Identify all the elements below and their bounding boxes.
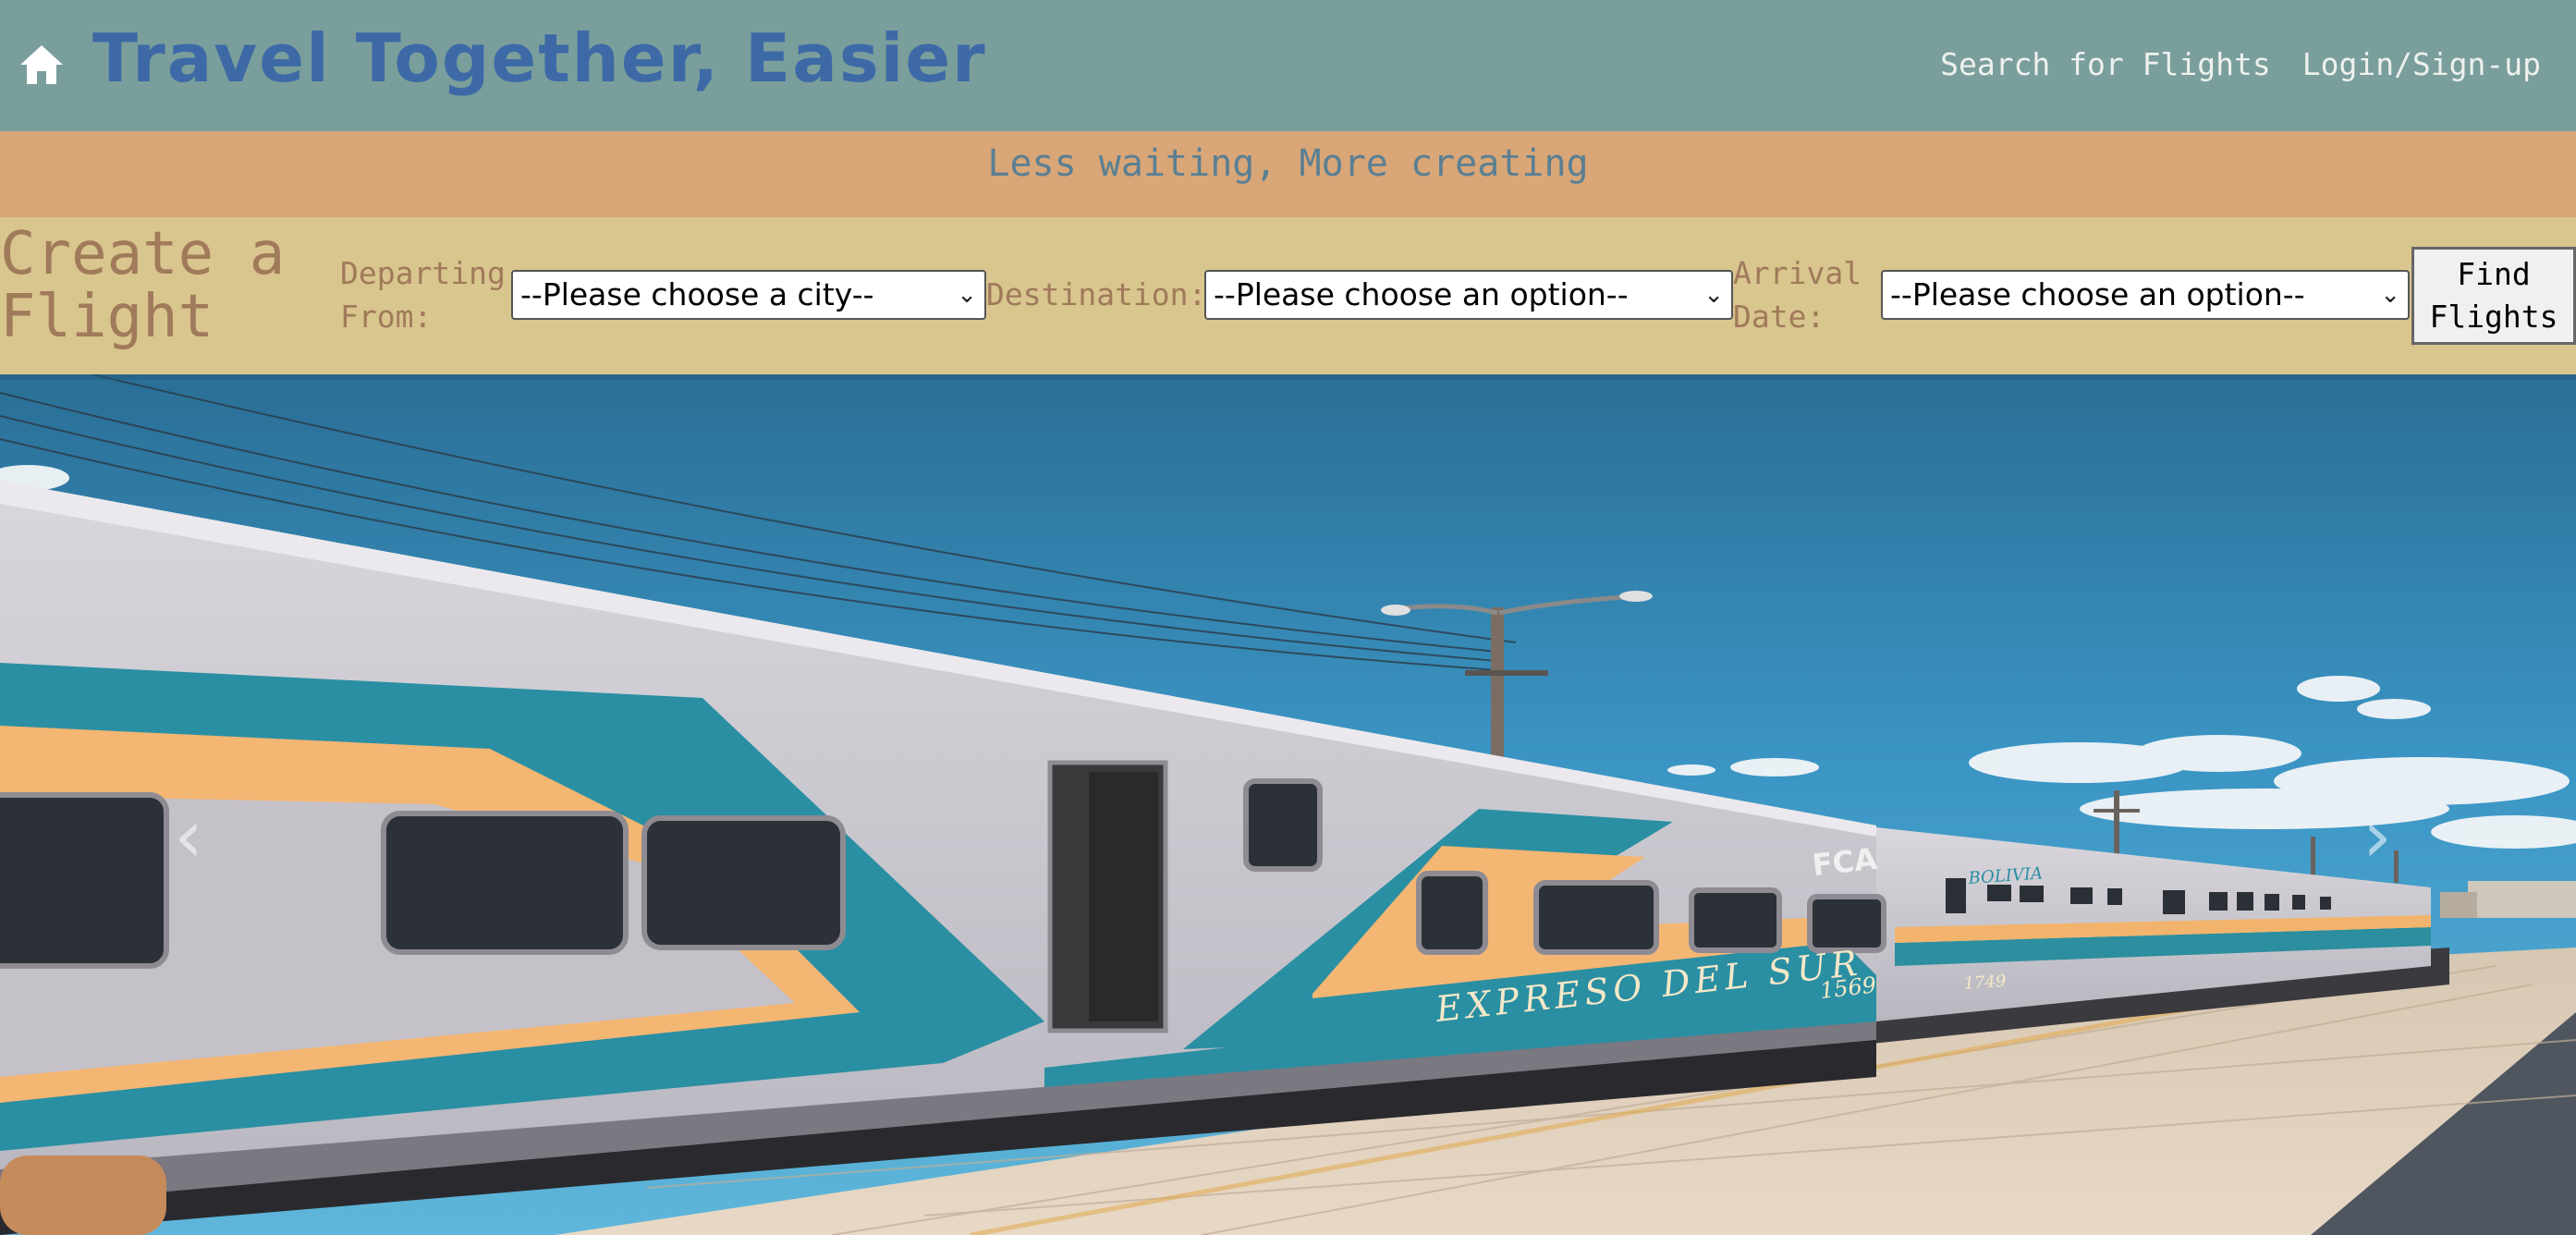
departing-city-value: --Please choose a city-- [520, 276, 874, 312]
arrival-label-line-1: Arrival [1733, 255, 1862, 291]
carousel-next-arrow[interactable]: › [2362, 800, 2392, 874]
nav-links: Search for Flights Login/Sign-up [1940, 46, 2541, 82]
departing-label: Departing From: [340, 251, 506, 338]
tagline-bar: Less waiting, More creating [0, 131, 2576, 217]
hero-train-image: EXPRESO DEL SUR 1569 1749 FCA BOLIVIA [0, 374, 2576, 1235]
departing-city-select[interactable]: --Please choose a city-- ⌄ [511, 270, 986, 320]
find-flights-label-line-1: Find [2457, 256, 2531, 292]
carousel-prev-arrow[interactable]: ‹ [174, 800, 203, 874]
form-title-line-1: Create a [0, 220, 286, 288]
chevron-down-icon: ⌄ [1703, 281, 1724, 309]
car-number-2: 1749 [1963, 972, 2007, 994]
departing-label-line-2: From: [340, 299, 433, 335]
create-flight-form: Create a Flight Departing From: --Please… [0, 217, 2576, 374]
destination-label: Destination: [986, 276, 1207, 312]
chevron-down-icon: ⌄ [957, 281, 977, 309]
destination-select[interactable]: --Please choose an option-- ⌄ [1204, 270, 1733, 320]
arrival-date-value: --Please choose an option-- [1890, 276, 2305, 312]
home-icon[interactable] [18, 43, 65, 87]
tagline: Less waiting, More creating [987, 142, 1589, 185]
arrival-date-select[interactable]: --Please choose an option-- ⌄ [1881, 270, 2410, 320]
arrival-date-label: Arrival Date: [1733, 251, 1862, 338]
form-title: Create a Flight [0, 223, 285, 348]
nav-link-login-signup[interactable]: Login/Sign-up [2302, 46, 2541, 82]
navbar: Travel Together, Easier Search for Fligh… [0, 0, 2576, 131]
hero-carousel: EXPRESO DEL SUR 1569 1749 FCA BOLIVIA ‹ … [0, 374, 2576, 1235]
destination-value: --Please choose an option-- [1214, 276, 1629, 312]
chevron-down-icon: ⌄ [2380, 281, 2400, 309]
form-title-line-2: Flight [0, 283, 214, 351]
find-flights-label-line-2: Flights [2429, 299, 2558, 335]
departing-label-line-1: Departing [340, 255, 506, 291]
arrival-label-line-2: Date: [1733, 299, 1825, 335]
site-title: Travel Together, Easier [92, 19, 987, 97]
find-flights-button[interactable]: Find Flights [2411, 247, 2576, 345]
nav-link-search-flights[interactable]: Search for Flights [1940, 46, 2271, 82]
train-logo: FCA [1811, 841, 1879, 883]
